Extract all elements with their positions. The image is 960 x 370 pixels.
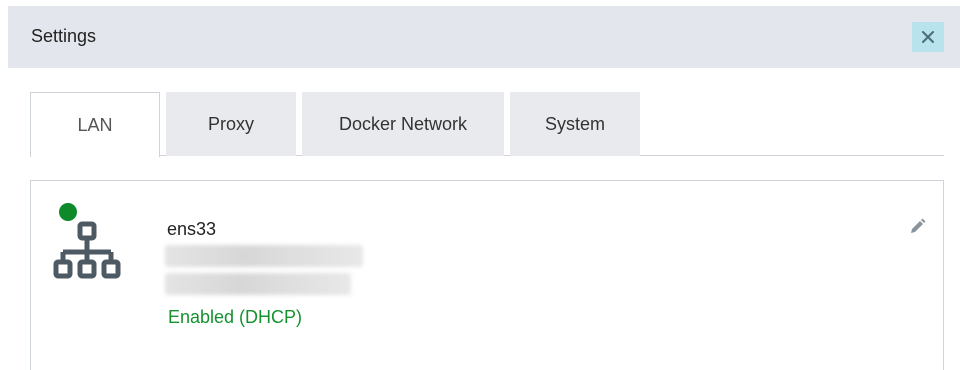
redacted-detail [165, 273, 351, 295]
tab-label: System [544, 113, 605, 134]
pencil-icon [911, 218, 926, 233]
tab-system[interactable]: System [510, 92, 640, 156]
status-indicator [59, 203, 77, 221]
tab-lan[interactable]: LAN [30, 92, 160, 157]
dialog-title: Settings [31, 26, 97, 46]
tab-bar: LAN Proxy Docker Network System [30, 92, 944, 157]
tab-proxy[interactable]: Proxy [166, 92, 296, 156]
interface-card: ens33 Enabled (DHCP) [30, 180, 944, 370]
edit-button[interactable] [907, 217, 929, 239]
network-topology-icon [53, 221, 121, 279]
tab-label: Proxy [207, 113, 254, 134]
close-icon [922, 31, 934, 43]
close-button[interactable] [912, 22, 944, 52]
settings-dialog: Settings LAN Proxy Docker Network System [8, 6, 960, 370]
redacted-ip [165, 245, 363, 267]
interface-name: ens33 [167, 219, 217, 239]
dialog-header: Settings [8, 6, 960, 68]
tab-docker-network[interactable]: Docker Network [302, 92, 504, 156]
interface-status: Enabled (DHCP) [168, 307, 303, 327]
tab-label: Docker Network [338, 113, 468, 134]
tab-label: LAN [77, 114, 113, 135]
